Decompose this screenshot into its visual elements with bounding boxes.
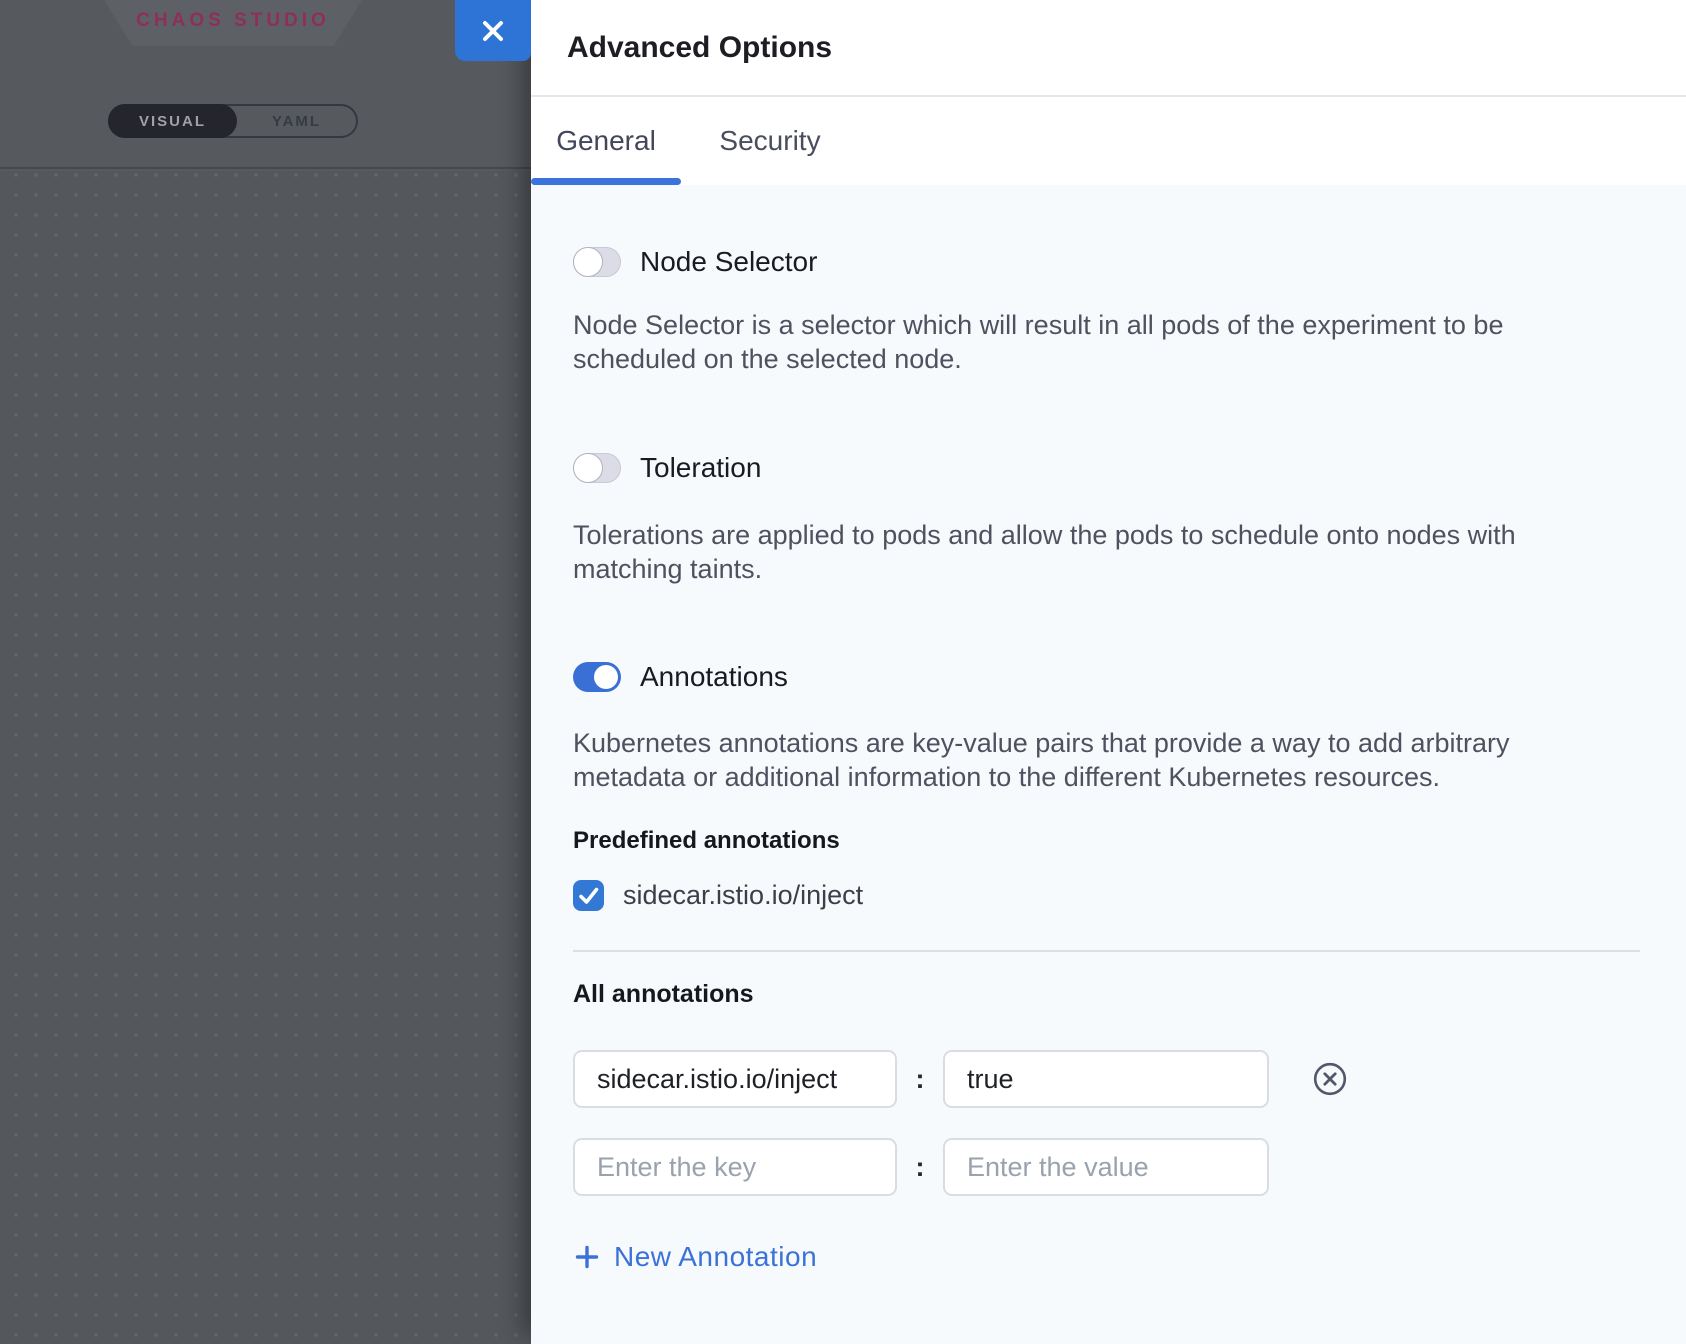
tab-security[interactable]: Security (681, 97, 859, 185)
annotation-row-filled: : (573, 1050, 1640, 1108)
plus-icon (573, 1243, 601, 1271)
dimmed-backdrop: CHAOS STUDIO VISUAL YAML (0, 0, 531, 1344)
new-annotation-link[interactable]: New Annotation (573, 1242, 817, 1272)
annotation-row-empty: : (573, 1138, 1640, 1196)
node-selector-description: Node Selector is a selector which will r… (573, 308, 1640, 376)
annotations-description: Kubernetes annotations are key-value pai… (573, 726, 1640, 794)
close-icon (480, 18, 506, 44)
key-value-separator: : (897, 1064, 943, 1095)
studio-header: CHAOS STUDIO VISUAL YAML (0, 0, 531, 169)
toleration-label: Toleration (640, 452, 761, 484)
remove-circle-x-icon (1313, 1062, 1347, 1096)
drawer-tabbar: General Security (531, 97, 1686, 185)
experiment-canvas (0, 171, 531, 1344)
drawer-header: Advanced Options (531, 0, 1686, 97)
remove-annotation-button[interactable] (1313, 1062, 1347, 1096)
toleration-row: Toleration (573, 453, 1640, 483)
toleration-description: Tolerations are applied to pods and allo… (573, 518, 1640, 586)
sidecar-inject-label: sidecar.istio.io/inject (623, 880, 863, 911)
active-tab-underline (531, 178, 681, 185)
drawer-title: Advanced Options (567, 31, 832, 65)
brand-banner: CHAOS STUDIO (104, 0, 362, 46)
toggle-knob (594, 665, 618, 689)
node-selector-label: Node Selector (640, 246, 817, 278)
section-divider (573, 950, 1640, 952)
predefined-annotation-item: sidecar.istio.io/inject (573, 880, 1640, 911)
general-tab-content: Node Selector Node Selector is a selecto… (531, 185, 1686, 1344)
predefined-annotations-heading: Predefined annotations (573, 827, 1640, 855)
key-value-separator: : (897, 1152, 943, 1183)
toleration-toggle[interactable] (573, 453, 621, 483)
close-drawer-button[interactable] (455, 0, 531, 61)
tab-general[interactable]: General (531, 97, 681, 185)
tab-yaml[interactable]: YAML (237, 106, 356, 136)
node-selector-row: Node Selector (573, 247, 1640, 277)
node-selector-toggle[interactable] (573, 247, 621, 277)
brand-title: CHAOS STUDIO (136, 10, 330, 36)
annotations-toggle[interactable] (573, 662, 621, 692)
new-annotation-label: New Annotation (614, 1241, 817, 1273)
all-annotations-heading: All annotations (573, 980, 1640, 1008)
annotation-value-input[interactable] (943, 1050, 1269, 1108)
toggle-knob (573, 453, 603, 483)
check-icon (573, 880, 604, 911)
annotation-key-input[interactable] (573, 1050, 897, 1108)
sidecar-inject-checkbox[interactable] (573, 880, 604, 911)
advanced-options-drawer: Advanced Options General Security Node S… (531, 0, 1686, 1344)
annotation-value-input-empty[interactable] (943, 1138, 1269, 1196)
toggle-knob (573, 247, 603, 277)
visual-yaml-toggle[interactable]: VISUAL YAML (108, 104, 358, 138)
annotations-label: Annotations (640, 661, 788, 693)
annotations-row: Annotations (573, 662, 1640, 692)
tab-visual[interactable]: VISUAL (108, 104, 237, 138)
annotation-key-input-empty[interactable] (573, 1138, 897, 1196)
